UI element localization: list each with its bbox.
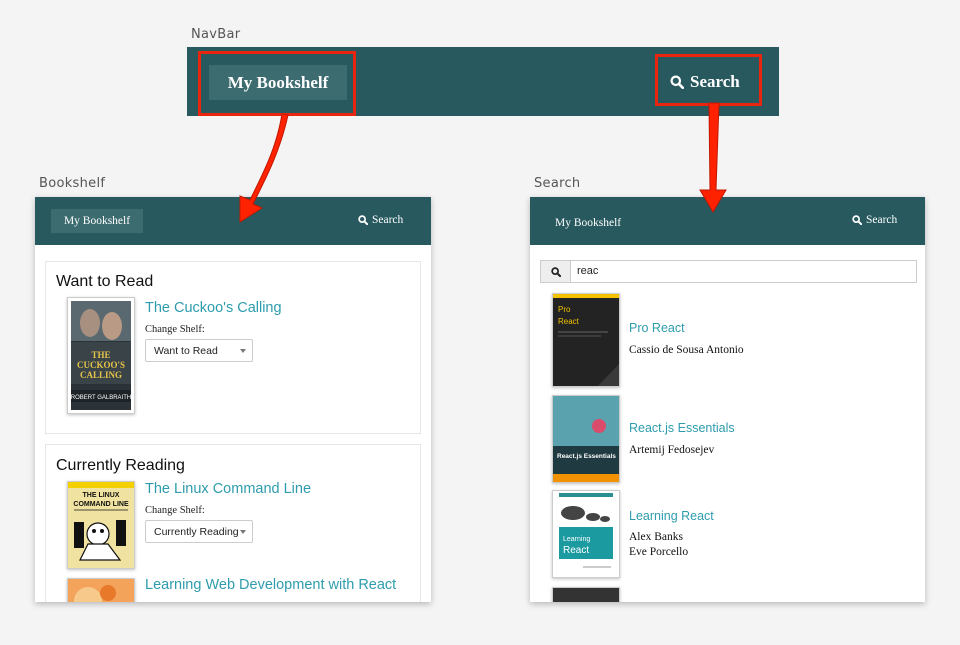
shelf-select-value: Currently Reading (154, 525, 239, 538)
change-shelf-label: Change Shelf: (145, 324, 205, 335)
result-author: Artemij Fedosejev (629, 444, 715, 456)
linux-cover-art: THE LINUX COMMAND LINE (68, 482, 134, 568)
book-cover-linux-command-line[interactable]: THE LINUX COMMAND LINE (67, 481, 135, 569)
svg-text:COMMAND LINE: COMMAND LINE (73, 501, 129, 508)
book-cover-pro-react[interactable]: Pro React (552, 293, 620, 387)
chevron-down-icon (240, 529, 246, 534)
svg-text:React: React (558, 317, 580, 326)
result-author: Eve Porcello (629, 546, 689, 558)
book-title[interactable]: The Linux Command Line (145, 481, 311, 497)
magnifier-icon (358, 215, 368, 225)
chevron-down-icon (240, 348, 246, 353)
search-highlight-box (655, 54, 762, 106)
result-author: Alex Banks (629, 531, 683, 543)
change-shelf-label: Change Shelf: (145, 505, 205, 516)
svg-text:React: React (563, 545, 589, 556)
shelf-select[interactable]: Want to Read (145, 339, 253, 362)
search-nav-link[interactable]: Search (852, 214, 897, 226)
reactjs-essentials-cover-art: React.js Essentials (553, 396, 619, 482)
bookshelf-search-label: Search (372, 214, 404, 226)
search-input[interactable]: reac (571, 261, 916, 282)
result-title[interactable]: React.js Essentials (629, 421, 735, 435)
bookshelf-section-label: Bookshelf (39, 176, 106, 191)
book-cover-learning-react[interactable]: Learning React (552, 490, 620, 578)
shelf-title: Want to Read (56, 273, 154, 290)
currently-reading-shelf: Currently Reading THE LINUX COMMAND LINE… (45, 444, 421, 602)
magnifier-icon (852, 215, 862, 225)
search-nav-label: Search (866, 214, 898, 226)
result-author: Cassio de Sousa Antonio (629, 344, 744, 356)
book-title[interactable]: The Cuckoo's Calling (145, 300, 282, 316)
svg-text:THE LINUX: THE LINUX (83, 492, 120, 499)
search-navbar: My Bookshelf Search (530, 197, 925, 245)
shelf-select-value: Want to Read (154, 344, 218, 357)
book-cover-partial[interactable] (552, 587, 620, 602)
pro-react-cover-art: Pro React (553, 294, 619, 386)
want-to-read-shelf: Want to Read THE CUCKOO'S CALLING ROBERT… (45, 261, 421, 434)
book-title[interactable]: Learning Web Development with React (145, 577, 396, 593)
svg-text:THE: THE (91, 350, 110, 360)
bookshelf-navbar: My Bookshelf Search (35, 197, 431, 245)
cuckoo-cover-art: THE CUCKOO'S CALLING ROBERT GALBRAITH (71, 301, 131, 410)
navbar-section-label: NavBar (191, 27, 241, 42)
arrow-to-search (699, 102, 727, 213)
search-panel: My Bookshelf Search reac Pro React Pro R… (530, 197, 925, 602)
learning-web-dev-cover-art (68, 579, 134, 602)
svg-text:CALLING: CALLING (80, 370, 122, 380)
book-cover-learning-web-dev-react[interactable] (67, 578, 135, 602)
search-bar: reac (540, 260, 917, 283)
svg-text:Learning: Learning (563, 536, 590, 543)
search-section-label: Search (534, 176, 581, 191)
search-brand-link[interactable]: My Bookshelf (555, 213, 621, 231)
svg-text:React.js Essentials: React.js Essentials (557, 453, 616, 460)
svg-text:Pro: Pro (558, 305, 571, 314)
result-title[interactable]: Learning React (629, 509, 714, 523)
book-cover-cuckoos-calling[interactable]: THE CUCKOO'S CALLING ROBERT GALBRAITH (67, 297, 135, 414)
search-brand-label: My Bookshelf (555, 217, 622, 229)
bookshelf-panel: My Bookshelf Search Want to Read THE CUC… (35, 197, 431, 602)
shelf-title: Currently Reading (56, 457, 185, 474)
book-cover-reactjs-essentials[interactable]: React.js Essentials (552, 395, 620, 483)
shelf-select[interactable]: Currently Reading (145, 520, 253, 543)
search-icon-button[interactable] (541, 261, 571, 282)
bookshelf-search-link[interactable]: Search (358, 214, 403, 226)
brand-highlight-box (198, 51, 356, 116)
search-icon (550, 266, 561, 277)
svg-text:CUCKOO'S: CUCKOO'S (77, 360, 125, 370)
svg-text:ROBERT GALBRAITH: ROBERT GALBRAITH (71, 395, 131, 401)
result-title[interactable]: Pro React (629, 321, 685, 335)
bookshelf-brand-label: My Bookshelf (63, 215, 131, 227)
bookshelf-brand-button[interactable]: My Bookshelf (51, 209, 143, 233)
learning-react-cover-art: Learning React (553, 491, 619, 577)
